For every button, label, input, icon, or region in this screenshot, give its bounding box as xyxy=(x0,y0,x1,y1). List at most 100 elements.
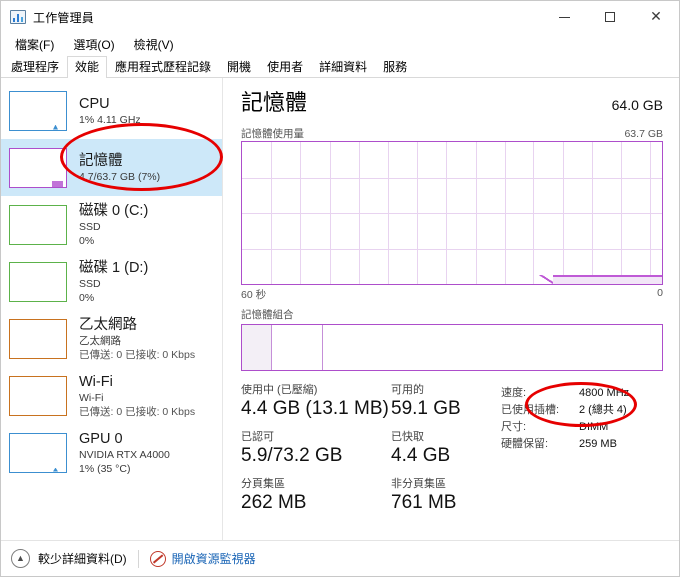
graph-ramp xyxy=(538,275,553,284)
memory-thumbnail xyxy=(9,147,67,188)
stat-row-1: 使用中 (已壓縮) 4.4 GB (13.1 MB) 可用的 59.1 GB xyxy=(241,383,493,421)
sidebar-item-ethernet[interactable]: 乙太網路 乙太網路 已傳送: 0 已接收: 0 Kbps xyxy=(1,310,222,367)
sidebar-item-detail: 1% 4.11 GHz xyxy=(79,113,141,126)
stat-committed: 已認可 5.9/73.2 GB xyxy=(241,430,391,468)
graph-max-label: 63.7 GB xyxy=(624,128,663,140)
menu-file[interactable]: 檔案(F) xyxy=(9,34,63,55)
graph-header: 記憶體使用量 63.7 GB xyxy=(241,126,663,141)
detail-value: 259 MB xyxy=(579,438,617,450)
resource-monitor-icon xyxy=(149,550,166,567)
footer-divider xyxy=(137,549,139,568)
sidebar-item-gpu-0[interactable]: GPU 0 NVIDIA RTX A4000 1% (35 °C) xyxy=(1,424,222,481)
sidebar-item-label: 乙太網路 xyxy=(79,316,137,333)
task-manager-icon xyxy=(10,9,26,25)
stat-label: 使用中 (已壓縮) xyxy=(241,384,318,396)
detail-key: 硬體保留: xyxy=(501,438,549,450)
stat-value: 761 MB xyxy=(391,492,457,513)
sidebar-item-label: GPU 0 xyxy=(79,430,123,447)
sidebar-item-wifi[interactable]: Wi-Fi Wi-Fi 已傳送: 0 已接收: 0 Kbps xyxy=(1,367,222,424)
detail-key: 已使用插槽: xyxy=(501,404,560,416)
tab-app-history[interactable]: 應用程式歷程記錄 xyxy=(107,56,219,77)
cpu-thumbnail xyxy=(9,90,67,131)
sidebar-item-detail: NVIDIA RTX A4000 xyxy=(79,448,170,461)
sidebar-item-detail2: 1% (35 °C) xyxy=(79,462,131,475)
detail-hardware-reserved: 硬體保留: 259 MB xyxy=(501,436,629,453)
sidebar-item-detail: 4.7/63.7 GB (7%) xyxy=(79,170,161,183)
close-icon: ✕ xyxy=(650,9,662,25)
graph-axis: 60 秒 0 xyxy=(241,287,663,302)
detail-speed: 速度: 4800 MHz xyxy=(501,385,629,402)
sidebar-item-detail: SSD xyxy=(79,220,101,233)
total-memory-value: 64.0 GB xyxy=(611,97,663,113)
sidebar-item-detail2: 0% xyxy=(79,291,95,304)
stat-value: 5.9/73.2 GB xyxy=(241,445,343,466)
sidebar-item-label: 磁碟 0 (C:) xyxy=(79,202,149,219)
tab-startup[interactable]: 開機 xyxy=(219,56,259,77)
stat-label: 非分頁集區 xyxy=(391,478,446,490)
sidebar-item-disk-0[interactable]: 磁碟 0 (C:) SSD 0% xyxy=(1,196,222,253)
sidebar-item-detail: Wi-Fi xyxy=(79,391,104,404)
menu-view[interactable]: 檢視(V) xyxy=(128,34,183,55)
stat-value: 4.4 GB xyxy=(391,445,451,466)
menu-bar: 檔案(F) 選項(O) 檢視(V) xyxy=(1,33,679,56)
sidebar-item-label: 記憶體 xyxy=(79,152,123,169)
sidebar-item-detail: 乙太網路 xyxy=(79,334,121,347)
stat-label: 已認可 xyxy=(241,431,274,443)
fewer-details-button[interactable]: 較少詳細資料(D) xyxy=(38,550,127,567)
sidebar-item-memory[interactable]: 記憶體 4.7/63.7 GB (7%) xyxy=(1,139,222,196)
stat-row-2: 已認可 5.9/73.2 GB 已快取 4.4 GB xyxy=(241,430,493,468)
disk1-thumbnail xyxy=(9,261,67,302)
stat-available: 可用的 59.1 GB xyxy=(391,383,461,421)
maximize-button[interactable] xyxy=(587,1,633,33)
sidebar-item-disk-1[interactable]: 磁碟 1 (D:) SSD 0% xyxy=(1,253,222,310)
composition-divider-2 xyxy=(321,325,323,370)
memory-usage-graph xyxy=(241,141,663,285)
tab-processes[interactable]: 處理程序 xyxy=(3,56,67,77)
detail-value: 2 (總共 4) xyxy=(579,404,627,416)
menu-options[interactable]: 選項(O) xyxy=(67,34,123,55)
stat-value: 59.1 GB xyxy=(391,398,461,419)
detail-key: 速度: xyxy=(501,387,527,399)
composition-caption: 記憶體組合 xyxy=(241,309,294,321)
content-area: CPU 1% 4.11 GHz 記憶體 4.7/63.7 GB (7%) 磁碟 … xyxy=(1,78,679,540)
sidebar-item-detail2: 已傳送: 0 已接收: 0 Kbps xyxy=(79,405,196,418)
sidebar-item-detail2: 已傳送: 0 已接收: 0 Kbps xyxy=(79,348,196,361)
stat-value: 262 MB xyxy=(241,492,307,513)
memory-hardware-details: 速度: 4800 MHz 已使用插槽: 2 (總共 4) 尺寸: DIMM 硬體… xyxy=(493,383,629,524)
panel-header: 記憶體 64.0 GB xyxy=(241,90,663,116)
graph-axis-left: 60 秒 xyxy=(241,289,267,301)
gpu0-thumbnail xyxy=(9,432,67,473)
composition-divider-1 xyxy=(271,325,273,370)
stat-nonpaged-pool: 非分頁集區 761 MB xyxy=(391,477,456,515)
memory-detail-panel: 記憶體 64.0 GB 記憶體使用量 63.7 GB 60 秒 0 記憶體組合 … xyxy=(223,78,679,540)
close-button[interactable]: ✕ xyxy=(633,1,679,33)
detail-slots-used: 已使用插槽: 2 (總共 4) xyxy=(501,402,629,419)
ethernet-thumbnail xyxy=(9,318,67,359)
sidebar-item-detail: SSD xyxy=(79,277,101,290)
stat-paged-pool: 分頁集區 262 MB xyxy=(241,477,391,515)
stat-in-use: 使用中 (已壓縮) 4.4 GB (13.1 MB) xyxy=(241,383,391,421)
detail-form-factor: 尺寸: DIMM xyxy=(501,419,629,436)
sidebar-item-label: 磁碟 1 (D:) xyxy=(79,259,149,276)
stat-label: 分頁集區 xyxy=(241,478,285,490)
title-bar: 工作管理員 ✕ xyxy=(1,1,679,33)
graph-area-fill xyxy=(552,275,662,284)
window-title: 工作管理員 xyxy=(33,10,95,25)
stat-value: 4.4 GB (13.1 MB) xyxy=(241,398,389,419)
tab-details[interactable]: 詳細資料 xyxy=(311,56,375,77)
sidebar-item-cpu[interactable]: CPU 1% 4.11 GHz xyxy=(1,82,222,139)
graph-caption: 記憶體使用量 xyxy=(241,128,304,140)
stat-row-3: 分頁集區 262 MB 非分頁集區 761 MB xyxy=(241,477,493,515)
tab-users[interactable]: 使用者 xyxy=(259,56,311,77)
tab-performance[interactable]: 效能 xyxy=(67,56,108,78)
minimize-button[interactable] xyxy=(541,1,587,33)
memory-stats: 使用中 (已壓縮) 4.4 GB (13.1 MB) 可用的 59.1 GB 已… xyxy=(241,383,663,524)
tab-services[interactable]: 服務 xyxy=(375,56,415,77)
sidebar-item-detail2: 0% xyxy=(79,234,95,247)
page-title: 記憶體 xyxy=(241,90,308,115)
detail-key: 尺寸: xyxy=(501,421,527,433)
open-resource-monitor-link[interactable]: 開啟資源監視器 xyxy=(172,550,256,567)
chevron-up-icon[interactable]: ▲ xyxy=(11,549,30,568)
task-manager-window: 工作管理員 ✕ 檔案(F) 選項(O) 檢視(V) 處理程序 效能 應用程式歷程… xyxy=(0,0,680,577)
stat-label: 已快取 xyxy=(391,431,424,443)
